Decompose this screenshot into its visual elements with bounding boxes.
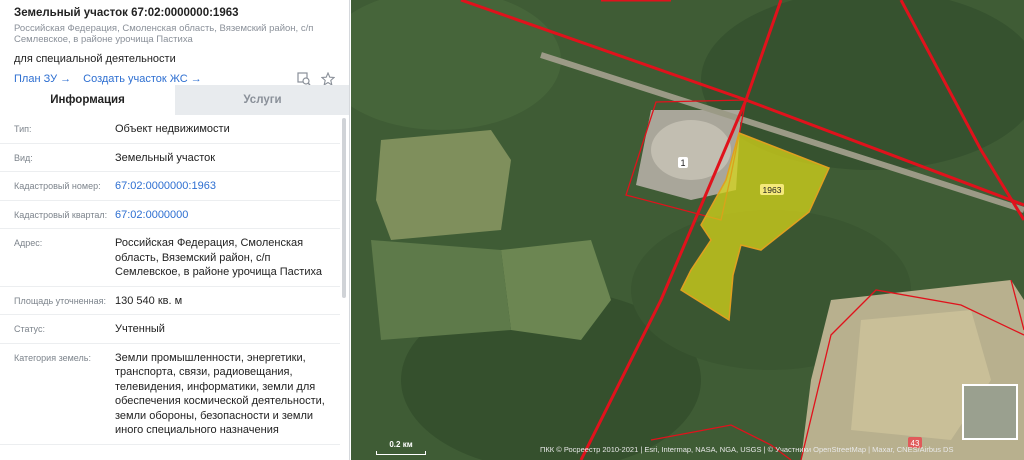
attr-value: Земельный участок (115, 151, 216, 164)
cadastral-number-link[interactable]: 67:02:0000000:1963 (115, 179, 325, 194)
parcel-title: Земельный участок 67:02:0000000:1963 (14, 7, 239, 19)
parcel-label-1963: 1963 (760, 184, 784, 195)
info-panel: Земельный участок 67:02:0000000:1963 Рос… (0, 0, 350, 460)
parcel-address-subtitle: Российская Федерация, Смоленская область… (14, 23, 314, 45)
attr-row-status: Статус: Учтенный (0, 315, 340, 344)
attr-label: Кадастровый номер: (14, 181, 101, 191)
svg-text:1: 1 (680, 158, 685, 168)
cadastral-quarter-link[interactable]: 67:02:0000000 (115, 208, 325, 223)
attr-value: Объект недвижимости (115, 123, 230, 135)
attribute-list: Тип: Объект недвижимости Вид: Земельный … (0, 115, 340, 445)
attr-label: Кадастровый квартал: (14, 209, 108, 220)
attr-value: Российская Федерация, Смоленская область… (115, 237, 322, 278)
svg-text:1963: 1963 (763, 185, 782, 195)
attr-row-cadastral-quarter: Кадастровый квартал: 67:02:0000000 (0, 201, 340, 229)
parcel-purpose: для специальной деятельности (14, 53, 176, 65)
tab-services[interactable]: Услуги (175, 85, 349, 115)
parcel-label-1: 1 (678, 157, 688, 168)
minimap-toggle[interactable] (962, 384, 1018, 440)
attr-row-cadastral-number: Кадастровый номер: 67:02:0000000:1963 (0, 172, 340, 201)
attr-label: Площадь уточненная: (14, 295, 106, 306)
scale-bar (376, 451, 426, 455)
attr-label: Адрес: (14, 238, 43, 248)
star-icon[interactable] (320, 71, 336, 86)
attr-value: 130 540 кв. м (115, 294, 183, 307)
plan-link[interactable]: План ЗУ → (14, 72, 71, 86)
attr-value: Учтенный (115, 323, 165, 335)
field-area (371, 240, 511, 340)
attr-label: Категория земель: (14, 352, 91, 363)
map-attribution: ПКК © Росреестр 2010-2021 | Esri, Interm… (540, 445, 954, 454)
attr-row-area: Площадь уточненная: 130 540 кв. м (0, 287, 340, 315)
field-area (376, 130, 511, 240)
tab-info[interactable]: Информация (0, 85, 175, 115)
attr-row-address: Адрес: Российская Федерация, Смоленская … (0, 229, 340, 287)
zoom-to-icon[interactable] (297, 72, 311, 86)
header-icons (297, 71, 336, 86)
scale-label: 0.2 км (389, 440, 413, 449)
attr-label: Вид: (14, 152, 33, 163)
attr-label: Тип: (14, 124, 32, 134)
panel-header: Земельный участок 67:02:0000000:1963 Рос… (0, 0, 349, 86)
tab-bar: Информация Услуги (0, 85, 349, 115)
attr-value: Земли промышленности, энергетики, трансп… (115, 351, 325, 437)
attr-label: Статус: (14, 324, 45, 334)
header-links: План ЗУ → Создать участок ЖС → (14, 71, 336, 86)
satellite-map[interactable]: 1 1963 43 (351, 0, 1024, 460)
attr-row-land-category: Категория земель: Земли промышленности, … (0, 344, 340, 445)
map-canvas: 1 1963 43 (351, 0, 1024, 460)
attr-row-type: Тип: Объект недвижимости (0, 115, 340, 144)
create-parcel-link[interactable]: Создать участок ЖС → (83, 72, 202, 86)
attr-row-kind: Вид: Земельный участок (0, 144, 340, 172)
panel-scrollbar[interactable] (342, 118, 346, 298)
